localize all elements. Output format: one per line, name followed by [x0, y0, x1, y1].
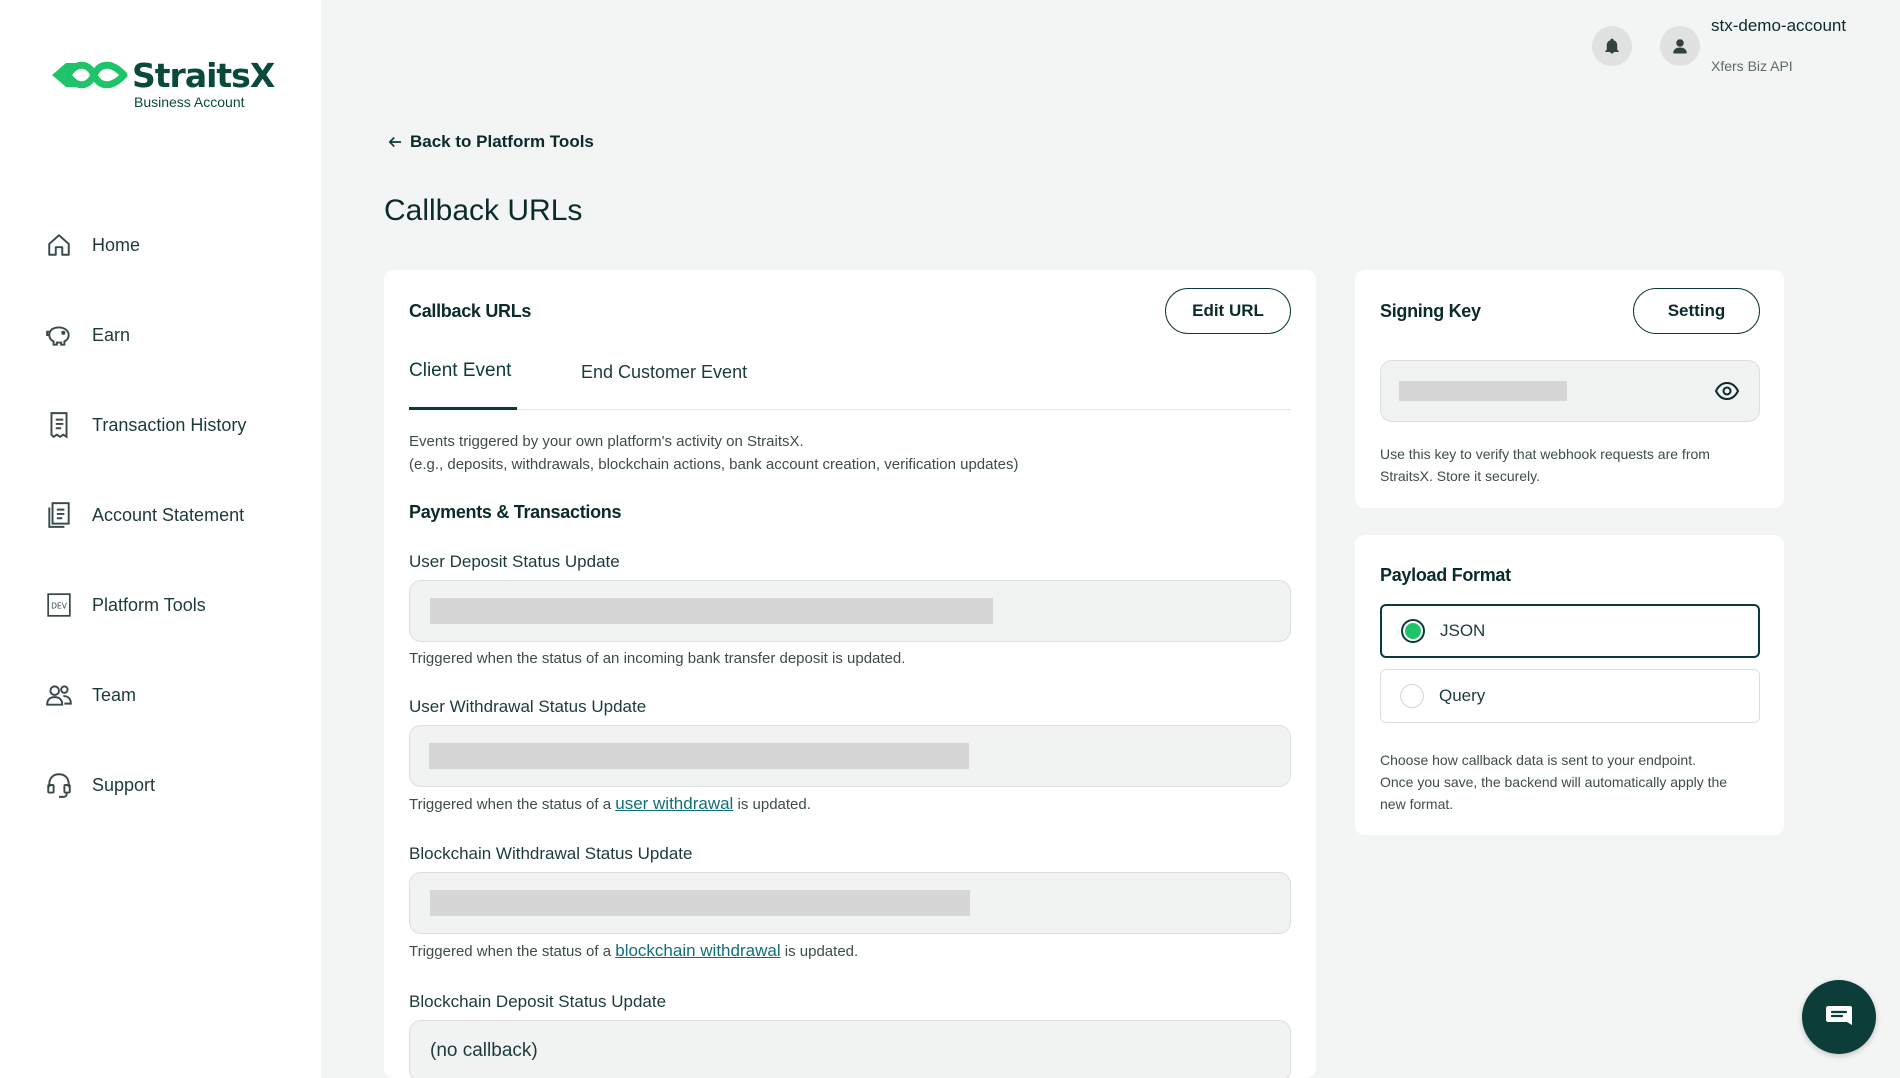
help-line: new format.	[1380, 796, 1454, 812]
help-line: Once you save, the backend will automati…	[1380, 774, 1728, 790]
receipt-icon	[44, 410, 74, 440]
back-to-platform-tools-link[interactable]: Back to Platform Tools	[386, 132, 594, 152]
payload-option-query[interactable]: Query	[1380, 669, 1760, 723]
description-line: (e.g., deposits, withdrawals, blockchain…	[409, 456, 1019, 473]
bell-icon	[1605, 38, 1619, 54]
field-label: Blockchain Withdrawal Status Update	[409, 844, 693, 863]
dev-icon: DEV	[44, 590, 74, 620]
notifications-button[interactable]	[1592, 26, 1632, 66]
tab-label: Client Event	[409, 360, 512, 381]
headset-icon	[44, 770, 74, 800]
sidebar-item-label: Earn	[92, 324, 131, 345]
signing-key-card: Signing Key Setting Use this key to veri…	[1355, 270, 1784, 508]
sidebar-item-account-statement[interactable]: Account Statement	[44, 470, 246, 560]
card-title: Signing Key	[1380, 301, 1481, 321]
blockchain-withdrawal-link[interactable]: blockchain withdrawal	[615, 941, 780, 960]
brand-name: StraitsX	[132, 56, 275, 95]
field-help: Triggered when the status of a user with…	[409, 794, 811, 814]
radio-unselected-icon	[1400, 684, 1424, 708]
signing-key-field[interactable]	[1380, 360, 1760, 422]
eye-icon[interactable]	[1714, 379, 1740, 408]
help-text: Triggered when the status of a	[409, 943, 612, 960]
piggy-bank-icon	[44, 320, 74, 350]
svg-text:DEV: DEV	[51, 601, 68, 610]
sidebar-nav: Home Earn Transaction History Account St…	[44, 200, 246, 830]
user-icon	[1673, 39, 1687, 54]
redacted-value	[429, 743, 969, 769]
description-line: Events triggered by your own platform's …	[409, 433, 804, 450]
sidebar-item-home[interactable]: Home	[44, 200, 246, 290]
sidebar-item-label: Team	[92, 684, 137, 705]
sidebar-item-label: Transaction History	[92, 414, 247, 435]
logo[interactable]: StraitsX Business Account	[48, 56, 275, 110]
redacted-value	[430, 598, 993, 624]
sidebar-item-team[interactable]: Team	[44, 650, 246, 740]
field-label: User Withdrawal Status Update	[409, 697, 647, 716]
signing-key-help: Use this key to verify that webhook requ…	[1380, 443, 1710, 487]
callback-urls-card: Callback URLs Edit URL Client Event End …	[384, 270, 1316, 1078]
sidebar-item-label: Home	[92, 234, 141, 255]
sidebar-item-earn[interactable]: Earn	[44, 290, 246, 380]
help-line: Use this key to verify that webhook requ…	[1380, 446, 1710, 462]
team-icon	[44, 680, 74, 710]
help-text: is updated.	[784, 943, 859, 960]
event-tabs: Client Event End Customer Event	[409, 360, 1291, 410]
tab-client-event[interactable]: Client Event	[409, 360, 517, 410]
blockchain-deposit-url-input[interactable]: (no callback)	[409, 1020, 1291, 1078]
sidebar-item-label: Support	[92, 774, 156, 795]
blockchain-withdrawal-url-input[interactable]	[409, 872, 1291, 934]
sidebar-item-transaction-history[interactable]: Transaction History	[44, 380, 246, 470]
card-title: Callback URLs	[409, 301, 532, 321]
user-withdrawal-link[interactable]: user withdrawal	[615, 794, 733, 813]
tab-description: Events triggered by your own platform's …	[409, 430, 1019, 476]
account-name[interactable]: stx-demo-account	[1711, 16, 1846, 36]
home-icon	[44, 230, 74, 260]
radio-label: Query	[1439, 686, 1486, 705]
help-line: StraitsX. Store it securely.	[1380, 468, 1541, 484]
radio-label: JSON	[1440, 621, 1486, 640]
tab-end-customer-event[interactable]: End Customer Event	[581, 362, 781, 412]
help-line: Choose how callback data is sent to your…	[1380, 752, 1696, 768]
payload-format-help: Choose how callback data is sent to your…	[1380, 749, 1727, 815]
tab-label: End Customer Event	[581, 362, 748, 382]
redacted-value	[430, 890, 970, 916]
radio-selected-icon	[1401, 619, 1425, 643]
field-label: User Deposit Status Update	[409, 552, 620, 571]
section-title: Payments & Transactions	[409, 502, 622, 522]
sidebar-item-support[interactable]: Support	[44, 740, 246, 830]
arrow-left-icon	[388, 136, 401, 148]
field-help: Triggered when the status of an incoming…	[409, 650, 906, 667]
logo-mark-icon	[52, 61, 128, 89]
sidebar: StraitsX Business Account Home Earn Tran…	[0, 0, 321, 1078]
back-link-label: Back to Platform Tools	[410, 132, 594, 151]
sidebar-item-label: Account Statement	[92, 504, 245, 525]
brand-subtitle: Business Account	[134, 94, 245, 110]
field-help: Triggered when the status of a blockchai…	[409, 941, 858, 961]
avatar[interactable]	[1660, 26, 1700, 66]
field-value: (no callback)	[430, 1040, 538, 1061]
page-title: Callback URLs	[384, 194, 583, 227]
help-text: Triggered when the status of a	[409, 796, 612, 813]
help-text: is updated.	[737, 796, 811, 813]
chat-bubble-icon	[1826, 1006, 1852, 1025]
payload-format-card: Payload Format JSON Query Choose how cal…	[1355, 535, 1784, 835]
field-label: Blockchain Deposit Status Update	[409, 992, 667, 1011]
sidebar-item-platform-tools[interactable]: DEV Platform Tools	[44, 560, 246, 650]
payload-option-json[interactable]: JSON	[1380, 604, 1760, 658]
document-stack-icon	[44, 500, 74, 530]
card-title: Payload Format	[1380, 565, 1511, 585]
setting-button[interactable]: Setting	[1633, 288, 1760, 334]
user-deposit-url-input[interactable]	[409, 580, 1291, 642]
sidebar-item-label: Platform Tools	[92, 594, 206, 615]
redacted-value	[1399, 381, 1567, 401]
account-type: Xfers Biz API	[1711, 58, 1793, 74]
edit-url-button[interactable]: Edit URL	[1165, 288, 1291, 334]
chat-button[interactable]	[1802, 980, 1876, 1054]
user-withdrawal-url-input[interactable]	[409, 725, 1291, 787]
